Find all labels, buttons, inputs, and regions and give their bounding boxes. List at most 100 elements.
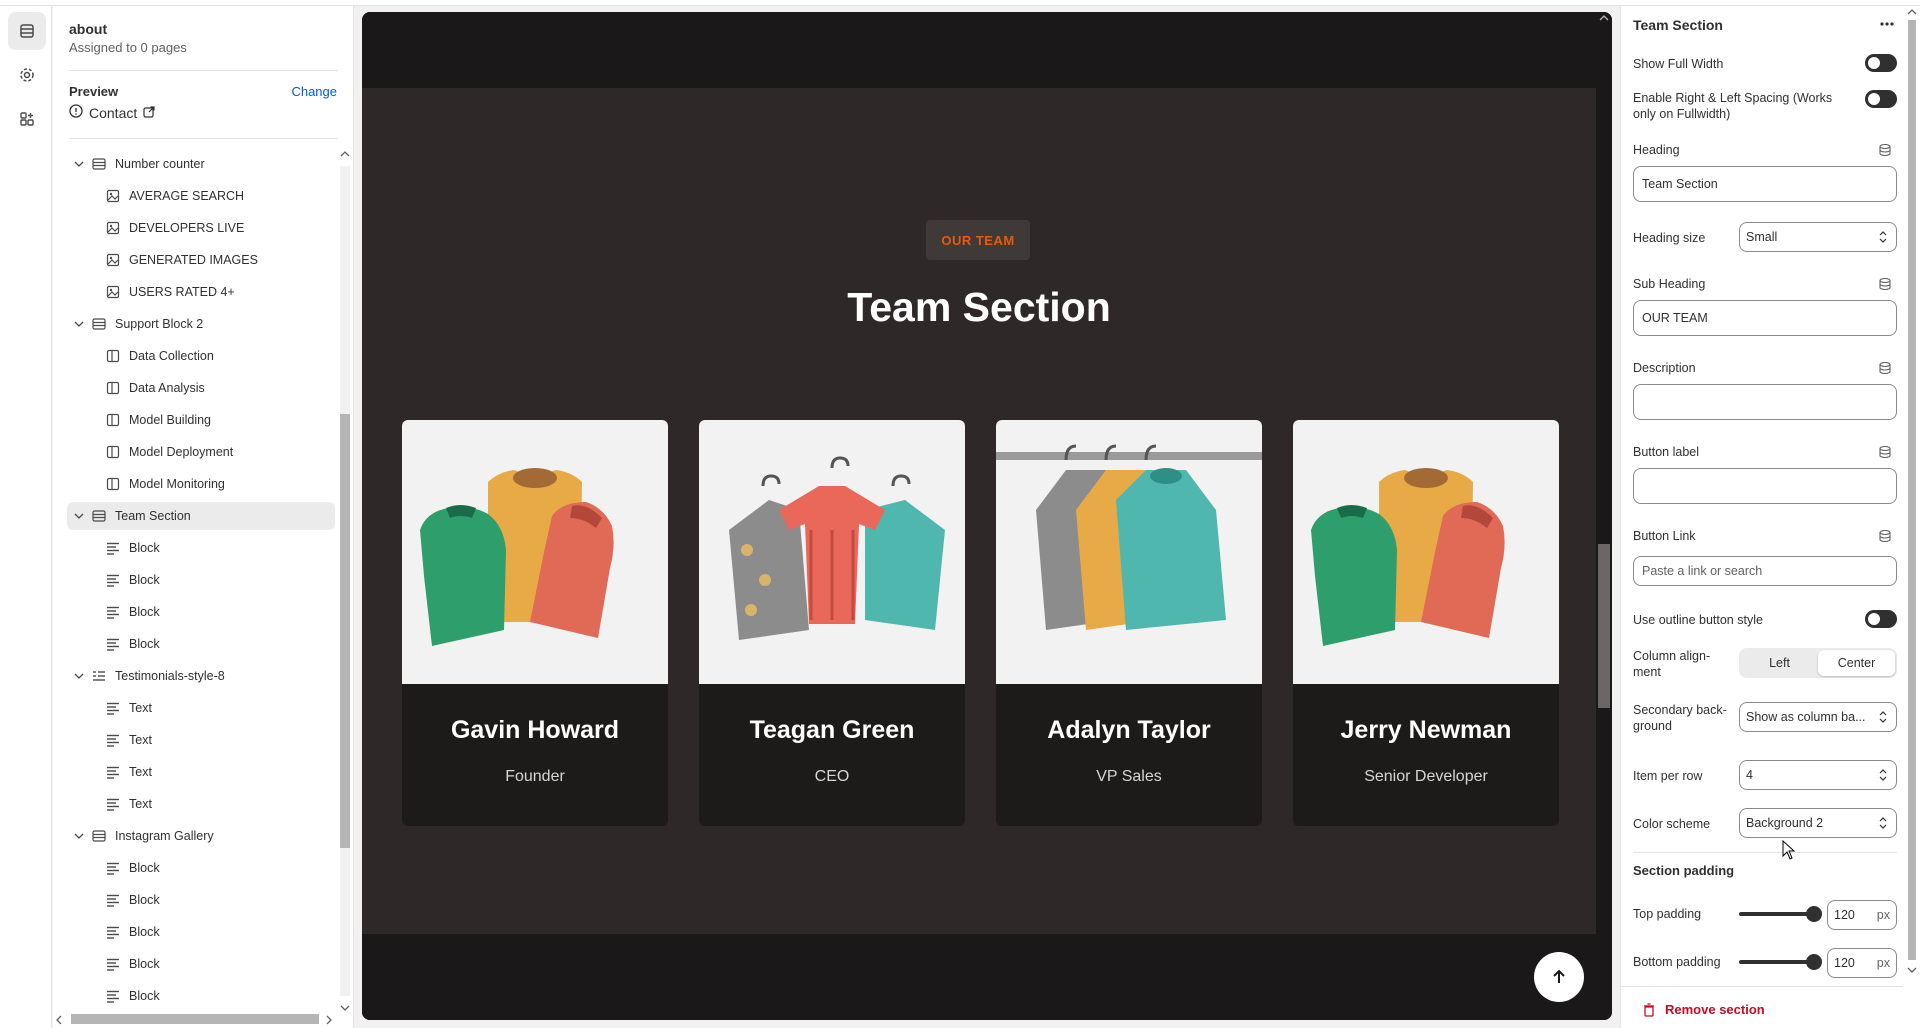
team-card[interactable]: Adalyn Taylor VP Sales bbox=[996, 420, 1262, 826]
tree-item-label: Text bbox=[129, 733, 152, 747]
tree-item-label: Block bbox=[129, 861, 160, 875]
outline-style-toggle[interactable] bbox=[1865, 610, 1897, 628]
tree-section-item[interactable]: Instagram Gallery bbox=[67, 822, 335, 850]
settings-scroll-thumb[interactable] bbox=[1908, 20, 1916, 960]
bottom-padding-handle[interactable] bbox=[1806, 954, 1822, 970]
show-full-width-toggle[interactable] bbox=[1865, 54, 1897, 72]
tree-hscrollbar[interactable] bbox=[53, 1010, 337, 1028]
dynamic-source-icon[interactable] bbox=[1877, 360, 1893, 376]
bottom-padding-input[interactable]: 120 px bbox=[1827, 948, 1897, 978]
collapse-toggle[interactable] bbox=[73, 832, 85, 840]
settings-panel: Team Section Show Full Width Enable Righ… bbox=[1620, 6, 1920, 1028]
tree-block-item[interactable]: DEVELOPERS LIVE bbox=[67, 214, 335, 242]
tree-scroll-thumb[interactable] bbox=[340, 414, 350, 848]
tree-block-item[interactable]: Block bbox=[67, 854, 335, 882]
tree-block-item[interactable]: Model Monitoring bbox=[67, 470, 335, 498]
tree-block-item[interactable]: Block bbox=[67, 918, 335, 946]
settings-icon[interactable] bbox=[8, 56, 46, 94]
tree-block-item[interactable]: Data Collection bbox=[67, 342, 335, 370]
sections-icon[interactable] bbox=[8, 12, 46, 50]
tree-block-item[interactable]: Block bbox=[67, 566, 335, 594]
preview-page[interactable]: Contact bbox=[69, 104, 155, 121]
tree-block-item[interactable]: Block bbox=[67, 950, 335, 978]
chevron-down-icon bbox=[74, 321, 84, 327]
item-per-row-select[interactable]: 4 bbox=[1739, 760, 1897, 790]
external-link-icon[interactable] bbox=[143, 105, 155, 121]
collapse-toggle[interactable] bbox=[73, 672, 85, 680]
tree-section-item[interactable]: Testimonials-style-8 bbox=[67, 662, 335, 690]
top-padding-value: 120 bbox=[1834, 908, 1855, 922]
top-padding-slider[interactable] bbox=[1739, 906, 1822, 922]
color-scheme-select[interactable]: Background 2 bbox=[1739, 808, 1897, 838]
scroll-to-top-button[interactable] bbox=[1534, 952, 1584, 1002]
text-block-icon bbox=[105, 796, 121, 812]
tree-block-item[interactable]: Model Building bbox=[67, 406, 335, 434]
dynamic-source-icon[interactable] bbox=[1877, 528, 1893, 544]
dynamic-source-icon[interactable] bbox=[1877, 276, 1893, 292]
dynamic-source-icon[interactable] bbox=[1877, 444, 1893, 460]
tree-block-item[interactable]: Text bbox=[67, 694, 335, 722]
tree-block-item[interactable]: Text bbox=[67, 758, 335, 786]
collapse-toggle[interactable] bbox=[73, 320, 85, 328]
tree-block-item[interactable]: Block bbox=[67, 598, 335, 626]
tree-block-item[interactable]: Block bbox=[67, 982, 335, 1010]
align-left-option[interactable]: Left bbox=[1741, 650, 1818, 676]
heading-input[interactable]: Team Section bbox=[1633, 166, 1897, 202]
tree-section-item[interactable]: Support Block 2 bbox=[67, 310, 335, 338]
tree-item-label: Block bbox=[129, 541, 160, 555]
team-card[interactable]: Teagan Green CEO bbox=[699, 420, 965, 826]
text-block-icon bbox=[105, 988, 121, 1004]
collapse-toggle[interactable] bbox=[73, 160, 85, 168]
team-section-preview[interactable]: OUR TEAM Team Section Gavin Howard Found… bbox=[362, 88, 1596, 934]
remove-section-button[interactable]: Remove section bbox=[1643, 1002, 1765, 1017]
team-member-role: Senior Developer bbox=[1364, 768, 1488, 785]
tree-section-item[interactable]: Team Section bbox=[67, 502, 335, 530]
settings-scrollbar[interactable] bbox=[1905, 6, 1919, 976]
tree-block-item[interactable]: Data Analysis bbox=[67, 374, 335, 402]
top-padding-input[interactable]: 120 px bbox=[1827, 900, 1897, 930]
heading-size-select[interactable]: Small bbox=[1739, 222, 1897, 252]
tree-block-item[interactable]: USERS RATED 4+ bbox=[67, 278, 335, 306]
top-padding-handle[interactable] bbox=[1806, 906, 1822, 922]
change-link[interactable]: Change bbox=[291, 84, 337, 99]
tree-section-item[interactable]: Number counter bbox=[67, 150, 335, 178]
more-options-icon[interactable] bbox=[1877, 14, 1897, 34]
tree-block-item[interactable]: Block bbox=[67, 630, 335, 658]
sub-heading-input[interactable]: OUR TEAM bbox=[1633, 300, 1897, 336]
enable-spacing-toggle[interactable] bbox=[1865, 90, 1897, 108]
align-center-option[interactable]: Center bbox=[1818, 650, 1895, 676]
button-link-input[interactable]: Paste a link or search bbox=[1633, 556, 1897, 586]
px-unit: px bbox=[1876, 908, 1890, 922]
button-label-label: Button label bbox=[1633, 445, 1700, 459]
section-icon bbox=[91, 316, 107, 332]
bottom-padding-slider[interactable] bbox=[1739, 954, 1822, 970]
tree-block-item[interactable]: Block bbox=[67, 534, 335, 562]
team-badge: OUR TEAM bbox=[926, 220, 1030, 260]
button-label-input[interactable] bbox=[1633, 468, 1897, 504]
dynamic-source-icon[interactable] bbox=[1877, 142, 1893, 158]
column-block-icon bbox=[105, 412, 121, 428]
team-card[interactable]: Jerry Newman Senior Developer bbox=[1293, 420, 1559, 826]
image-block-icon bbox=[105, 284, 121, 300]
select-arrows-icon bbox=[1879, 711, 1887, 723]
description-input[interactable] bbox=[1633, 384, 1897, 420]
tree-item-label: Block bbox=[129, 925, 160, 939]
preview-scrollbar[interactable] bbox=[1596, 12, 1612, 1020]
tree-block-item[interactable]: Text bbox=[67, 726, 335, 754]
tree-block-item[interactable]: AVERAGE SEARCH bbox=[67, 182, 335, 210]
tree-block-item[interactable]: GENERATED IMAGES bbox=[67, 246, 335, 274]
tree-scrollbar[interactable] bbox=[335, 146, 353, 1016]
preview-scroll-thumb[interactable] bbox=[1598, 544, 1610, 708]
team-card[interactable]: Gavin Howard Founder bbox=[402, 420, 668, 826]
tree-block-item[interactable]: Block bbox=[67, 886, 335, 914]
preview-footer-band bbox=[362, 934, 1596, 1020]
secondary-background-select[interactable]: Show as column ba... bbox=[1739, 702, 1897, 732]
tree-item-label: Block bbox=[129, 605, 160, 619]
tree-block-item[interactable]: Text bbox=[67, 790, 335, 818]
apps-icon[interactable] bbox=[8, 100, 46, 138]
collapse-toggle[interactable] bbox=[73, 512, 85, 520]
chevron-down-icon bbox=[74, 673, 84, 679]
tree-hscroll-thumb[interactable] bbox=[71, 1014, 319, 1024]
divider bbox=[69, 138, 338, 139]
tree-block-item[interactable]: Model Deployment bbox=[67, 438, 335, 466]
